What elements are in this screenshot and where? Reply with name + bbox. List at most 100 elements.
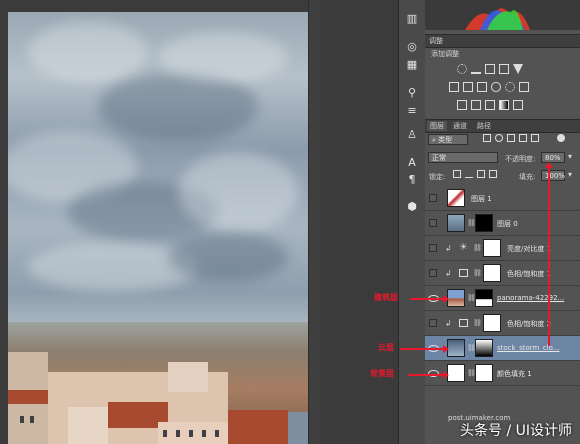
type-filter-icon[interactable] [507,134,515,142]
tab-layers[interactable]: 图层 [427,121,447,131]
adjustments-row-1 [425,64,580,78]
layer-mask-thumbnail [475,339,493,357]
photo-image [8,12,308,444]
layer-thumbnail [447,339,465,357]
lock-all-icon[interactable] [489,170,497,178]
opacity-label: 不透明度: [505,155,536,163]
posterize-adj-icon[interactable] [471,100,481,110]
color-lookup-adj-icon[interactable] [519,82,529,92]
brightness-icon: ☀ [459,242,468,253]
brightness-adj-icon[interactable] [457,64,467,74]
adjustments-row-2 [425,82,580,96]
annotation-arrowhead [443,345,449,353]
clip-arrow-icon: ↲ [445,269,452,278]
layer-mask-thumbnail [475,364,493,382]
clip-arrow-icon: ↲ [445,244,452,253]
visibility-toggle[interactable] [429,194,437,202]
link-icon: ⛓ [473,244,482,252]
filter-toggle-icon[interactable] [557,134,565,142]
shape-filter-icon[interactable] [519,134,527,142]
lock-position-icon[interactable] [477,170,485,178]
layer-thumbnail [447,289,465,307]
layer-row[interactable]: ↲ ⛓ 色相/饱和度 2 [425,311,580,336]
annotation-arrow [410,298,444,300]
layer-row[interactable]: 图层 1 [425,186,580,211]
layer-row[interactable]: ⛓ 图层 0 [425,211,580,236]
brush-icon[interactable]: ⚲ [405,86,419,100]
visibility-toggle[interactable] [429,269,437,277]
pixel-filter-icon[interactable] [483,134,491,142]
color-balance-adj-icon[interactable] [463,82,473,92]
hue-sat-adj-icon[interactable] [449,82,459,92]
annotation-background-label: 背景层 [370,369,394,378]
layers-tabs: 图层 通道 路径 [425,119,580,133]
layer-row[interactable]: ↲ ☀ ⛓ 亮度/对比度 1 [425,236,580,261]
layer-mask-thumbnail [483,314,501,332]
hue-sat-icon [459,319,468,327]
3d-cube-icon[interactable]: ⬢ [405,200,419,214]
link-icon: ⛓ [473,269,482,277]
adjustments-title: 添加调整 [431,50,459,58]
annotation-buildings-label: 建筑层 [374,293,398,302]
layers-list: 图层 1 ⛓ 图层 0 ↲ ☀ ⛓ 亮度/对比度 1 ↲ ⛓ 色相/饱和度 1 [425,186,580,386]
adjustments-header: 调整 [425,34,580,48]
paragraph-icon[interactable]: ¶ [405,173,419,187]
annotation-arrow [408,374,444,376]
annotation-arrowhead [443,371,449,379]
selective-color-adj-icon[interactable] [513,100,523,110]
character-icon[interactable]: A [405,156,419,170]
hue-sat-icon [459,269,468,277]
clip-arrow-icon: ↲ [445,319,452,328]
curves-adj-icon[interactable] [485,64,495,74]
grid-icon[interactable]: ▦ [405,58,419,72]
panel-icon-strip: ▥ ◎ ▦ ⚲ ≡ ♙ A ¶ ⬢ [398,0,426,444]
city-skyline [8,322,308,444]
invert-adj-icon[interactable] [457,100,467,110]
fill-layer-thumbnail [447,364,465,382]
histogram-icon[interactable]: ▥ [405,12,419,26]
adjustments-row-3 [425,100,580,114]
layer-mask-thumbnail [483,264,501,282]
watermark: 头条号 / UI设计师 [460,423,572,439]
fill-label: 填充: [519,173,536,181]
tab-paths[interactable]: 路径 [477,121,491,131]
layer-filter-icons [425,134,580,145]
navigator-icon[interactable]: ◎ [405,40,419,54]
lock-transparency-icon[interactable] [453,170,461,178]
annotation-arrow [400,348,444,350]
histogram-panel [425,0,580,30]
gradient-map-adj-icon[interactable] [499,100,509,110]
threshold-adj-icon[interactable] [485,100,495,110]
link-icon: ⛓ [473,319,482,327]
sliders-icon[interactable]: ≡ [405,104,419,118]
smart-object-filter-icon[interactable] [531,134,539,142]
photo-filter-adj-icon[interactable] [491,82,501,92]
exposure-adj-icon[interactable] [499,64,509,74]
layer-row[interactable]: ↲ ⛓ 色相/饱和度 1 [425,261,580,286]
adjustment-filter-icon[interactable] [495,134,503,142]
visibility-toggle[interactable] [429,244,437,252]
layer-mask-thumbnail [483,239,501,257]
bw-adj-icon[interactable] [477,82,487,92]
annotation-opacity-arrowhead [545,162,553,168]
annotation-clouds-label: 云层 [378,343,394,352]
vibrance-adj-icon[interactable] [513,64,523,74]
layer-thumbnail [447,189,465,207]
stamp-icon[interactable]: ♙ [405,128,419,142]
lock-pixels-icon[interactable] [465,170,473,178]
opacity-dropdown-icon[interactable]: ▾ [568,152,572,161]
fill-dropdown-icon[interactable]: ▾ [568,170,572,179]
channel-mixer-adj-icon[interactable] [505,82,515,92]
layer-mask-thumbnail [475,289,493,307]
tab-channels[interactable]: 通道 [453,121,467,131]
histogram-graph [425,0,580,30]
layer-thumbnail [447,214,465,232]
visibility-toggle[interactable] [429,219,437,227]
levels-adj-icon[interactable] [471,64,481,74]
annotation-arrowhead [443,295,449,303]
fill-input[interactable]: 100% [541,170,565,181]
annotation-opacity-line [548,168,550,346]
blend-mode-select[interactable]: 正常 [428,152,498,163]
visibility-toggle[interactable] [429,319,437,327]
layer-mask-thumbnail [475,214,493,232]
